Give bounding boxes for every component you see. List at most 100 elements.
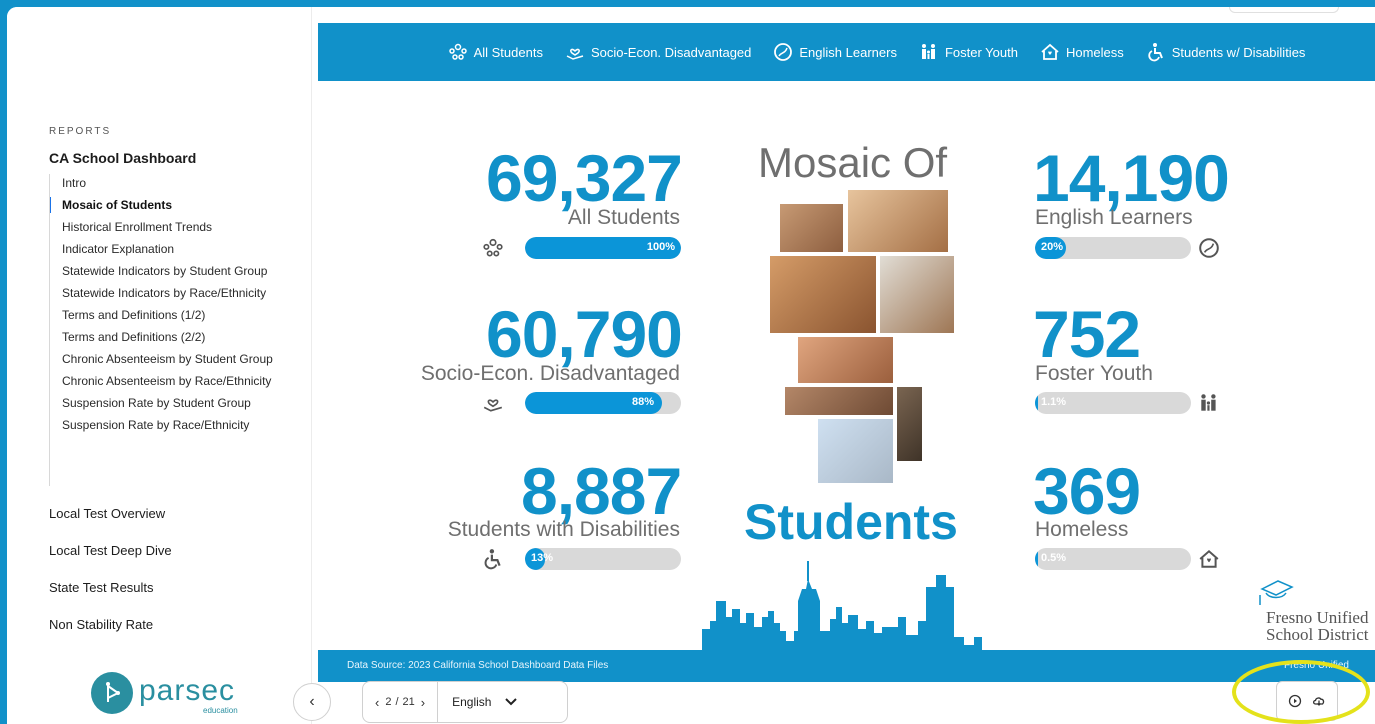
current-page-number[interactable]: 2 bbox=[385, 696, 391, 708]
language-value: English bbox=[452, 695, 492, 709]
nav-item-chronic-by-group[interactable]: Chronic Absenteeism by Student Group bbox=[50, 350, 279, 368]
hand-heart-icon bbox=[483, 399, 503, 412]
family-icon bbox=[921, 44, 935, 59]
nav-item-suspension-by-group[interactable]: Suspension Rate by Student Group bbox=[50, 394, 279, 412]
progress-percent: 13% bbox=[531, 552, 554, 564]
mosaic-photo bbox=[798, 337, 893, 383]
nav-item-historical-enrollment[interactable]: Historical Enrollment Trends bbox=[50, 218, 279, 236]
chevron-left-icon: ‹ bbox=[309, 693, 315, 710]
mosaic-photo bbox=[770, 256, 876, 333]
district-name-line1: Fresno Unified bbox=[1266, 608, 1369, 627]
progress-percent: 1.1% bbox=[1041, 396, 1067, 408]
progress-bar-disabilities: 13% bbox=[525, 548, 681, 570]
nav-item-suspension-by-race[interactable]: Suspension Rate by Race/Ethnicity bbox=[50, 416, 279, 434]
nav-item-intro[interactable]: Intro bbox=[50, 174, 279, 192]
progress-percent: 0.5% bbox=[1041, 552, 1067, 564]
group-socio-econ[interactable]: Socio-Econ. Disadvantaged bbox=[565, 42, 751, 62]
play-icon[interactable] bbox=[1288, 694, 1302, 708]
wheelchair-icon bbox=[1148, 43, 1163, 62]
chevron-down-icon bbox=[505, 698, 518, 706]
globe-icon bbox=[1199, 238, 1219, 258]
data-source-text: Data Source: 2023 California School Dash… bbox=[347, 660, 609, 671]
mosaic-photo bbox=[780, 204, 843, 252]
progress-fill bbox=[1035, 392, 1038, 414]
group-all-students[interactable]: All Students bbox=[448, 42, 543, 62]
group-label: English Learners bbox=[799, 44, 897, 60]
progress-percent: 88% bbox=[632, 396, 655, 408]
report-footer: Data Source: 2023 California School Dash… bbox=[318, 650, 1375, 682]
section-title-ca-dashboard[interactable]: CA School Dashboard bbox=[49, 150, 196, 166]
stat-homeless-label: Homeless bbox=[1035, 518, 1129, 541]
progress-bar-homeless: 0.5% bbox=[1035, 548, 1191, 570]
mosaic-photo bbox=[785, 387, 893, 415]
group-homeless[interactable]: Homeless bbox=[1040, 42, 1124, 62]
report-page: All Students Socio-Econ. Disadvantaged E… bbox=[318, 23, 1375, 683]
next-page-button[interactable]: › bbox=[415, 695, 431, 710]
cloud-download-icon[interactable] bbox=[1312, 694, 1326, 708]
progress-percent: 100% bbox=[646, 241, 675, 253]
nav-item-chronic-by-race[interactable]: Chronic Absenteeism by Race/Ethnicity bbox=[50, 372, 279, 390]
stat-socio-econ-value: 60,790 bbox=[486, 297, 683, 371]
nav-item-indicator-explanation[interactable]: Indicator Explanation bbox=[50, 240, 279, 258]
parsec-logo-text: parsec bbox=[139, 674, 236, 707]
mosaic-photo bbox=[818, 419, 893, 483]
reports-heading: REPORTS bbox=[49, 126, 112, 137]
stat-english-learners-value: 14,190 bbox=[1033, 141, 1230, 215]
nav-state-test-results[interactable]: State Test Results bbox=[49, 580, 154, 595]
district-name-line2: School District bbox=[1266, 625, 1369, 644]
graduation-cap-icon bbox=[1259, 580, 1294, 605]
footer-district-text: Fresno Unified bbox=[1283, 660, 1349, 671]
progress-fill bbox=[1035, 548, 1038, 570]
parsec-logo-mark bbox=[91, 672, 133, 714]
mosaic-photo bbox=[897, 387, 922, 461]
group-english-learners[interactable]: English Learners bbox=[773, 42, 897, 62]
group-label: Socio-Econ. Disadvantaged bbox=[590, 44, 752, 60]
mosaic-title: Mosaic Of bbox=[758, 139, 948, 186]
progress-bar-all-students: 100% bbox=[525, 237, 681, 259]
stat-foster-youth-value: 752 bbox=[1033, 297, 1141, 371]
stat-homeless-value: 369 bbox=[1033, 454, 1141, 528]
nav-local-test-overview[interactable]: Local Test Overview bbox=[49, 506, 165, 521]
progress-percent: 20% bbox=[1041, 241, 1064, 253]
stat-disabilities-value: 8,887 bbox=[521, 454, 682, 528]
parsec-logo: parsec education bbox=[91, 672, 241, 716]
total-pages: 21 bbox=[402, 696, 415, 708]
sidebar: REPORTS CA School Dashboard Intro Mosaic… bbox=[7, 7, 312, 724]
nav-non-stability-rate[interactable]: Non Stability Rate bbox=[49, 617, 153, 632]
language-select[interactable]: English bbox=[438, 695, 518, 709]
group-label: Homeless bbox=[1065, 44, 1124, 60]
group-label: Students w/ Disabilities bbox=[1171, 44, 1306, 60]
parsec-logo-subtext: education bbox=[203, 706, 238, 715]
app-window: REPORTS CA School Dashboard Intro Mosaic… bbox=[7, 7, 1375, 724]
page-separator: / bbox=[395, 696, 399, 708]
progress-bar-socio-econ: 88% bbox=[525, 392, 681, 414]
house-icon bbox=[1041, 43, 1059, 60]
nav-item-terms-2[interactable]: Terms and Definitions (2/2) bbox=[50, 328, 279, 346]
nav-local-test-deep-dive[interactable]: Local Test Deep Dive bbox=[49, 543, 172, 558]
nav-item-terms-1[interactable]: Terms and Definitions (1/2) bbox=[50, 306, 279, 324]
students-title: Students bbox=[744, 494, 958, 550]
group-label: All Students bbox=[473, 44, 543, 60]
report-page-list[interactable]: Intro Mosaic of Students Historical Enro… bbox=[49, 174, 279, 486]
stat-disabilities-label: Students with Disabilities bbox=[447, 518, 680, 541]
nav-item-statewide-by-race[interactable]: Statewide Indicators by Race/Ethnicity bbox=[50, 284, 279, 302]
nav-item-mosaic-of-students[interactable]: Mosaic of Students bbox=[50, 196, 279, 214]
page-navigator: ‹ 2 / 21 › English bbox=[362, 681, 568, 723]
report-actions bbox=[1276, 681, 1338, 721]
stat-all-students-label: All Students bbox=[567, 206, 680, 229]
fresno-unified-logo: Fresno Unified School District bbox=[1256, 575, 1375, 643]
group-disabilities[interactable]: Students w/ Disabilities bbox=[1146, 42, 1306, 62]
window-frame bbox=[0, 0, 1375, 7]
mosaic-photo bbox=[880, 256, 954, 333]
group-label: Foster Youth bbox=[944, 44, 1018, 60]
nav-item-statewide-by-group[interactable]: Statewide Indicators by Student Group bbox=[50, 262, 279, 280]
group-icon bbox=[483, 238, 503, 257]
previous-page-button[interactable]: ‹ bbox=[369, 695, 385, 710]
hand-heart-icon bbox=[566, 48, 584, 60]
collapse-sidebar-button[interactable]: ‹ bbox=[293, 683, 331, 721]
globe-icon bbox=[774, 43, 793, 61]
group-icon bbox=[448, 43, 467, 60]
mosaic-photo bbox=[848, 190, 948, 252]
stat-all-students-value: 69,327 bbox=[486, 141, 683, 215]
group-foster-youth[interactable]: Foster Youth bbox=[919, 42, 1018, 62]
